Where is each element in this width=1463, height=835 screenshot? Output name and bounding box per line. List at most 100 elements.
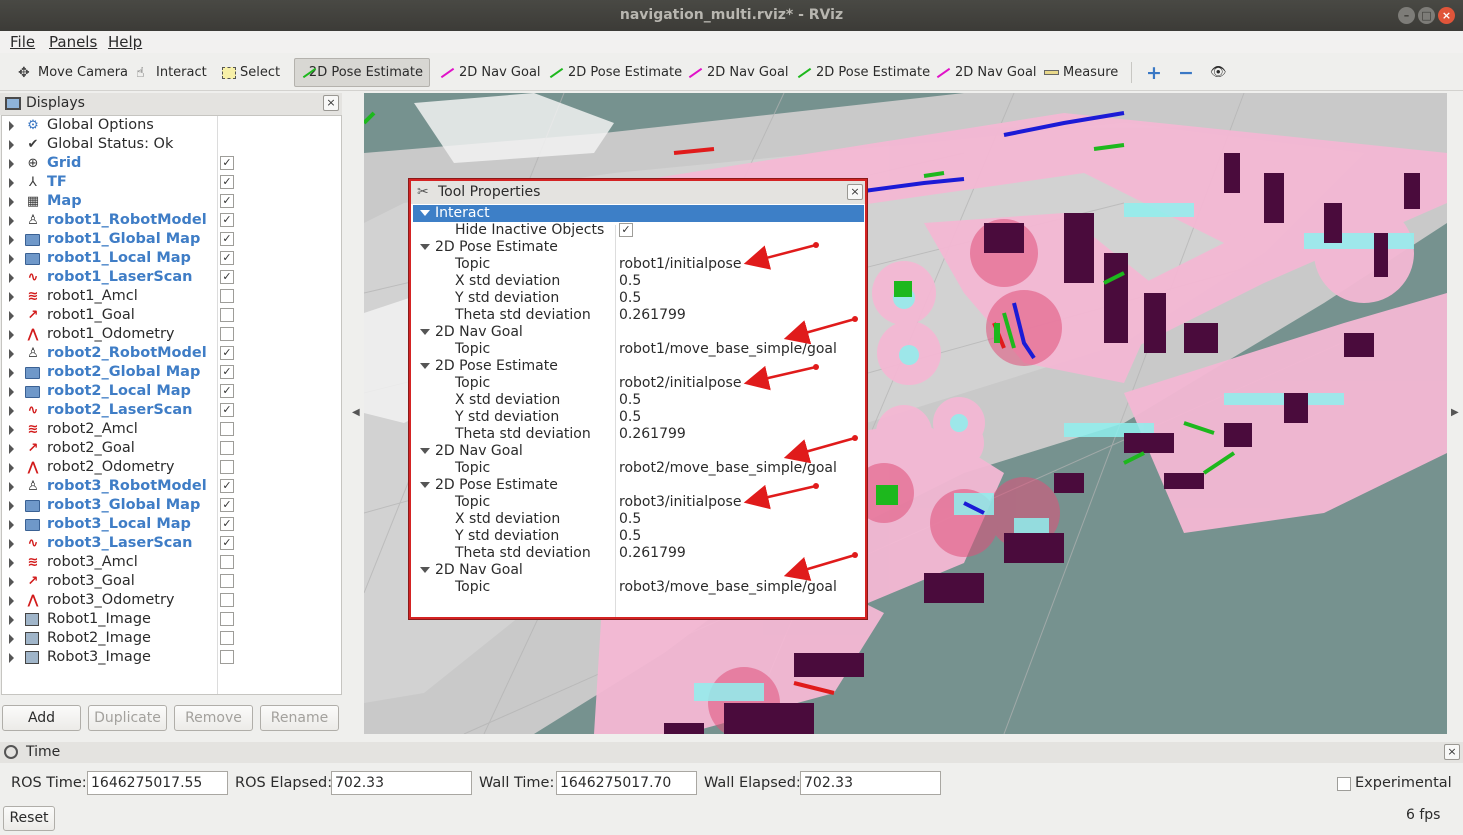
display-item[interactable]: ⅄ TF ✓ bbox=[2, 173, 341, 192]
expand-arrow-icon[interactable] bbox=[9, 368, 14, 378]
display-item[interactable]: ♙ robot3_RobotModel ✓ bbox=[2, 477, 341, 496]
collapse-triangle-icon[interactable] bbox=[420, 567, 430, 573]
tool-select[interactable]: Select bbox=[216, 58, 286, 87]
maximize-icon[interactable]: □ bbox=[1418, 7, 1435, 24]
property-value[interactable]: robot3/initialpose bbox=[619, 494, 741, 511]
display-enable-checkbox[interactable]: ✓ bbox=[220, 232, 234, 246]
display-enable-checkbox[interactable] bbox=[220, 612, 234, 626]
display-item[interactable]: robot2_Global Map ✓ bbox=[2, 363, 341, 382]
display-enable-checkbox[interactable]: ✓ bbox=[220, 498, 234, 512]
menu-panels[interactable]: Panels bbox=[49, 33, 97, 51]
right-splitter[interactable]: ▶ bbox=[1447, 93, 1463, 734]
display-item[interactable]: ↗ robot3_Goal bbox=[2, 572, 341, 591]
display-item[interactable]: ≋ robot1_Amcl bbox=[2, 287, 341, 306]
collapse-right-icon[interactable]: ▶ bbox=[1451, 407, 1459, 418]
property-row[interactable]: Topic robot2/initialpose bbox=[413, 375, 864, 392]
property-row[interactable]: Y std deviation 0.5 bbox=[413, 290, 864, 307]
time-close-button[interactable]: × bbox=[1444, 744, 1460, 760]
expand-arrow-icon[interactable] bbox=[9, 482, 14, 492]
window-title-bar[interactable]: navigation_multi.rviz* - RViz – □ × bbox=[0, 0, 1463, 31]
reset-button[interactable]: Reset bbox=[3, 806, 55, 831]
collapse-triangle-icon[interactable] bbox=[420, 329, 430, 335]
property-value[interactable]: 0.5 bbox=[619, 392, 641, 409]
collapse-triangle-icon[interactable] bbox=[420, 448, 430, 454]
display-item[interactable]: ▦ Map ✓ bbox=[2, 192, 341, 211]
tool-move-camera[interactable]: ✥ Move Camera bbox=[12, 58, 134, 87]
property-value[interactable]: robot3/move_base_simple/goal bbox=[619, 579, 837, 596]
display-enable-checkbox[interactable] bbox=[220, 460, 234, 474]
menu-help[interactable]: Help bbox=[108, 33, 142, 51]
tool-properties-dialog[interactable]: ✂ Tool Properties × Interact Hide Inactiv… bbox=[409, 179, 867, 619]
expand-arrow-icon[interactable] bbox=[9, 615, 14, 625]
add-tool-button[interactable]: + bbox=[1140, 58, 1168, 87]
display-enable-checkbox[interactable]: ✓ bbox=[220, 517, 234, 531]
expand-arrow-icon[interactable] bbox=[9, 273, 14, 283]
property-row[interactable]: Y std deviation 0.5 bbox=[413, 528, 864, 545]
expand-arrow-icon[interactable] bbox=[9, 349, 14, 359]
displays-tree[interactable]: ⚙ Global Options ✔ Global Status: Ok ⊕ Grid ✓ ⅄… bbox=[1, 115, 342, 695]
display-item[interactable]: robot1_Global Map ✓ bbox=[2, 230, 341, 249]
property-row[interactable]: Theta std deviation 0.261799 bbox=[413, 426, 864, 443]
display-item[interactable]: ∿ robot1_LaserScan ✓ bbox=[2, 268, 341, 287]
display-enable-checkbox[interactable] bbox=[220, 555, 234, 569]
display-enable-checkbox[interactable] bbox=[220, 327, 234, 341]
expand-arrow-icon[interactable] bbox=[9, 653, 14, 663]
remove-display-button[interactable]: Remove bbox=[174, 705, 253, 731]
collapse-triangle-icon[interactable] bbox=[420, 244, 430, 250]
expand-arrow-icon[interactable] bbox=[9, 235, 14, 245]
display-item[interactable]: Robot1_Image bbox=[2, 610, 341, 629]
display-item[interactable]: ♙ robot2_RobotModel ✓ bbox=[2, 344, 341, 363]
wall-elapsed-field[interactable]: 702.33 bbox=[800, 771, 941, 795]
add-display-button[interactable]: Add bbox=[2, 705, 81, 731]
expand-arrow-icon[interactable] bbox=[9, 121, 14, 131]
display-enable-checkbox[interactable]: ✓ bbox=[220, 384, 234, 398]
property-value[interactable]: 0.5 bbox=[619, 290, 641, 307]
expand-arrow-icon[interactable] bbox=[9, 254, 14, 264]
property-row[interactable]: Topic robot1/move_base_simple/goal bbox=[413, 341, 864, 358]
expand-arrow-icon[interactable] bbox=[9, 387, 14, 397]
display-enable-checkbox[interactable]: ✓ bbox=[220, 213, 234, 227]
property-value[interactable]: robot2/move_base_simple/goal bbox=[619, 460, 837, 477]
property-value[interactable]: robot2/initialpose bbox=[619, 375, 741, 392]
rename-display-button[interactable]: Rename bbox=[260, 705, 339, 731]
expand-arrow-icon[interactable] bbox=[9, 444, 14, 454]
view-menu-button[interactable]: 👁 bbox=[1204, 58, 1233, 87]
expand-arrow-icon[interactable] bbox=[9, 425, 14, 435]
property-value[interactable]: 0.261799 bbox=[619, 426, 686, 443]
display-item[interactable]: ↗ robot2_Goal bbox=[2, 439, 341, 458]
expand-arrow-icon[interactable] bbox=[9, 577, 14, 587]
property-row[interactable]: Theta std deviation 0.261799 bbox=[413, 307, 864, 324]
display-item[interactable]: robot2_Local Map ✓ bbox=[2, 382, 341, 401]
expand-arrow-icon[interactable] bbox=[9, 501, 14, 511]
tool-2d-nav-goal-3[interactable]: 2D Nav Goal bbox=[929, 58, 1043, 87]
expand-arrow-icon[interactable] bbox=[9, 596, 14, 606]
close-window-icon[interactable]: × bbox=[1438, 7, 1455, 24]
property-value[interactable]: robot1/initialpose bbox=[619, 256, 741, 273]
display-enable-checkbox[interactable] bbox=[220, 289, 234, 303]
display-item[interactable]: ↗ robot1_Goal bbox=[2, 306, 341, 325]
expand-arrow-icon[interactable] bbox=[9, 463, 14, 473]
property-row[interactable]: X std deviation 0.5 bbox=[413, 273, 864, 290]
display-item[interactable]: ∿ robot3_LaserScan ✓ bbox=[2, 534, 341, 553]
tool-properties-close-button[interactable]: × bbox=[847, 184, 863, 200]
display-enable-checkbox[interactable]: ✓ bbox=[220, 365, 234, 379]
display-enable-checkbox[interactable]: ✓ bbox=[220, 403, 234, 417]
property-row[interactable]: Hide Inactive Objects ✓ bbox=[413, 222, 864, 239]
left-splitter[interactable]: ◀ bbox=[344, 93, 364, 734]
property-value[interactable]: 0.261799 bbox=[619, 545, 686, 562]
display-enable-checkbox[interactable]: ✓ bbox=[220, 175, 234, 189]
expand-arrow-icon[interactable] bbox=[9, 311, 14, 321]
remove-tool-button[interactable]: − bbox=[1172, 58, 1200, 87]
property-row[interactable]: X std deviation 0.5 bbox=[413, 392, 864, 409]
display-enable-checkbox[interactable] bbox=[220, 422, 234, 436]
display-enable-checkbox[interactable] bbox=[220, 441, 234, 455]
collapse-triangle-icon[interactable] bbox=[420, 210, 430, 216]
menu-file[interactable]: File bbox=[10, 33, 35, 51]
property-row[interactable]: 2D Nav Goal bbox=[413, 562, 864, 579]
display-item[interactable]: robot1_Local Map ✓ bbox=[2, 249, 341, 268]
tool-2d-pose-estimate-2[interactable]: 2D Pose Estimate bbox=[542, 58, 688, 87]
collapse-triangle-icon[interactable] bbox=[420, 363, 430, 369]
property-row[interactable]: 2D Pose Estimate bbox=[413, 358, 864, 375]
display-enable-checkbox[interactable]: ✓ bbox=[220, 270, 234, 284]
property-row[interactable]: 2D Pose Estimate bbox=[413, 239, 864, 256]
